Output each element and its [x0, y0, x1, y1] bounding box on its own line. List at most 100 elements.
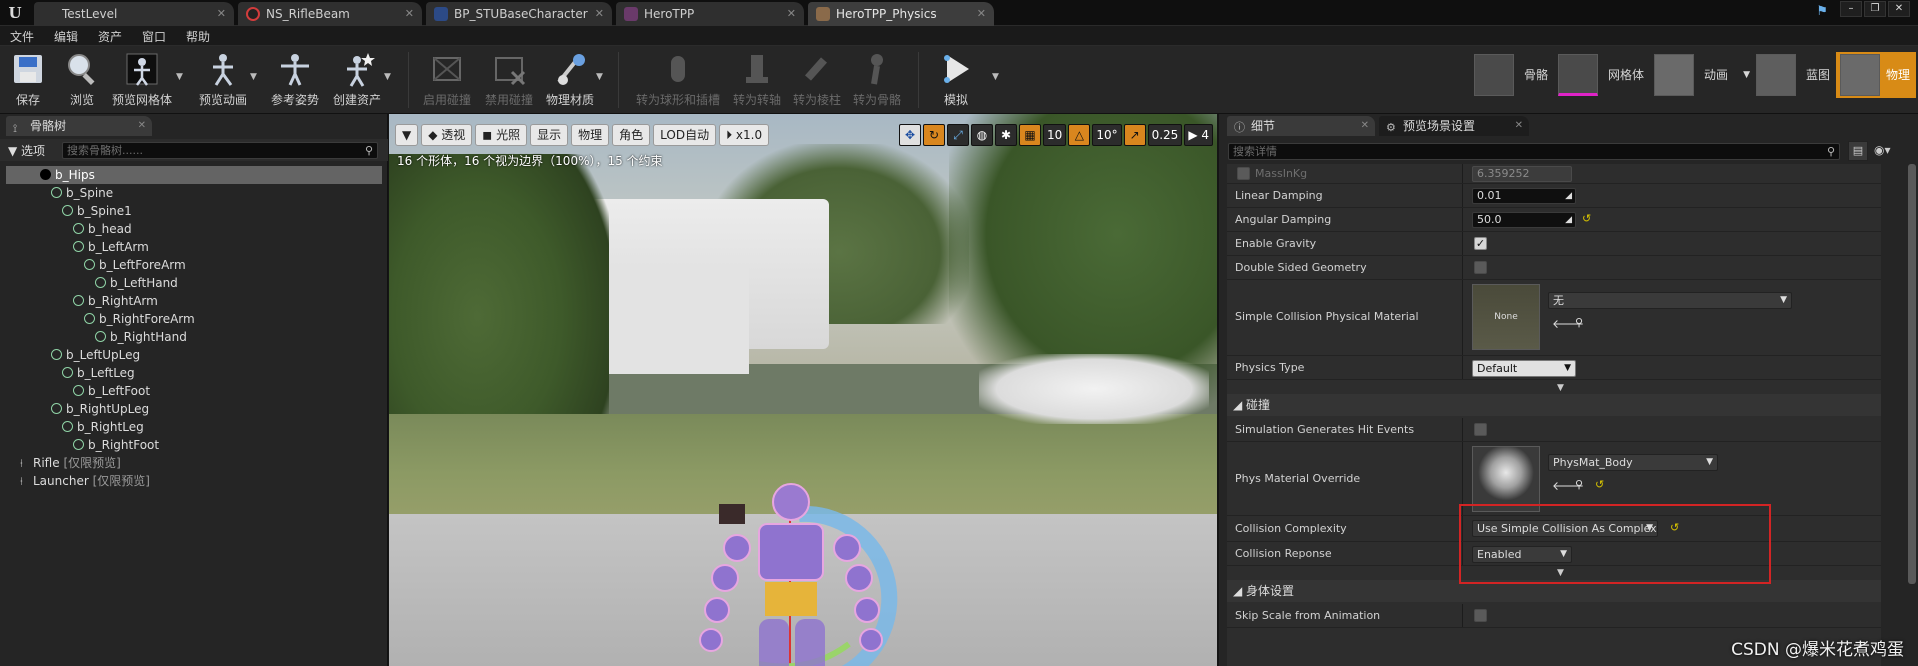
browse-magnifier-icon[interactable]: ⚲ [1575, 478, 1583, 491]
preview-animation-button[interactable]: 预览动画 [196, 50, 250, 110]
physics-type-dropdown[interactable]: Default ▼ [1472, 360, 1576, 377]
mode-blueprint[interactable]: 蓝图 [1756, 52, 1834, 98]
physics-show-button[interactable]: 物理 [571, 124, 610, 146]
physical-material-button[interactable]: 物理材质 [542, 50, 598, 110]
mode-mesh[interactable]: 网格体 [1558, 52, 1656, 98]
bone-row[interactable]: b_RightLeg [6, 418, 382, 436]
translate-tool-icon[interactable]: ✥ [899, 124, 922, 146]
spin-icon[interactable]: ◢ [1565, 189, 1572, 203]
tab-preview-scene-settings[interactable]: ⚙ 预览场景设置 ✕ [1379, 116, 1529, 136]
menu-asset[interactable]: 资产 [98, 28, 122, 45]
bone-row[interactable]: b_head [6, 220, 382, 238]
bone-row[interactable]: b_RightUpLeg [6, 400, 382, 418]
reference-pose-button[interactable]: 参考姿势 [268, 50, 322, 110]
lit-button[interactable]: ◼ 光照 [475, 124, 528, 146]
bone-row[interactable]: b_LeftLeg [6, 364, 382, 382]
surface-snap-icon[interactable]: ✱ [995, 124, 1018, 146]
chevron-down-icon[interactable]: ▼ [992, 72, 999, 82]
tab-herotpp-physics[interactable]: HeroTPP_Physics ✕ [808, 2, 994, 26]
bone-row[interactable]: b_Spine1 [6, 202, 382, 220]
bone-row[interactable]: b_LeftHand [6, 274, 382, 292]
close-icon[interactable]: ✕ [787, 2, 796, 26]
viewport-options-button[interactable]: ▼ [395, 124, 419, 146]
rotation-snap-icon[interactable]: △ [1068, 124, 1091, 146]
bone-row[interactable]: b_LeftFoot [6, 382, 382, 400]
scale-snap-value[interactable]: 0.25 [1147, 124, 1183, 146]
close-icon[interactable]: ✕ [138, 116, 146, 136]
preview-mesh-button[interactable]: 预览网格体 [110, 50, 174, 110]
convert-to-pillar-button[interactable]: 转为棱柱 [790, 50, 844, 110]
mode-skeleton[interactable]: 骨骼 [1474, 52, 1556, 98]
options-button[interactable]: ▼ 选项 [8, 142, 45, 159]
tab-bp-stubasecharacter[interactable]: BP_STUBaseCharacter ✕ [426, 2, 612, 26]
mode-physics[interactable]: 物理 [1836, 52, 1916, 98]
close-icon[interactable]: ✕ [1515, 116, 1523, 136]
enable-gravity-checkbox[interactable]: ✓ [1474, 237, 1487, 250]
save-button[interactable]: 保存 [8, 50, 48, 110]
bone-row[interactable]: b_LeftForeArm [6, 256, 382, 274]
advanced-expander-icon[interactable]: ▼ [1557, 383, 1564, 393]
chevron-down-icon[interactable]: ▼ [1743, 52, 1750, 98]
angular-damping-input[interactable]: 50.0 ◢ [1472, 212, 1576, 228]
maximize-button[interactable]: ❐ [1864, 1, 1886, 17]
phys-material-thumbnail[interactable] [1472, 446, 1540, 512]
chevron-down-icon[interactable]: ▼ [176, 72, 183, 82]
viewport[interactable]: ▼ ◆ 透视 ◼ 光照 显示 物理 角色 LOD自动 ⏵ x1.0 16 个形体… [389, 114, 1217, 666]
menu-help[interactable]: 帮助 [186, 28, 210, 45]
details-search-input[interactable]: 搜索详情 ⚲ [1228, 143, 1840, 160]
reset-to-default-icon[interactable]: ↺ [1595, 478, 1604, 491]
linear-damping-input[interactable]: 0.01 ◢ [1472, 188, 1576, 204]
unreal-logo-icon[interactable]: U [4, 3, 26, 23]
close-icon[interactable]: ✕ [405, 2, 414, 26]
create-asset-button[interactable]: 创建资产 [330, 50, 384, 110]
mass-input[interactable]: 6.359252 [1472, 166, 1572, 182]
character-button[interactable]: 角色 [612, 124, 651, 146]
convert-to-axis-button[interactable]: 转为转轴 [730, 50, 784, 110]
browse-magnifier-icon[interactable]: ⚲ [1575, 316, 1583, 329]
bone-row[interactable]: b_LeftArm [6, 238, 382, 256]
minimize-button[interactable]: – [1840, 1, 1862, 17]
socket-row[interactable]: ⍿ Rifle [仅限预览] [6, 454, 382, 472]
bone-row[interactable]: b_RightForeArm [6, 310, 382, 328]
sim-hit-checkbox[interactable] [1474, 423, 1487, 436]
simple-collision-material-dropdown[interactable]: 无 ▼ [1548, 292, 1792, 309]
playback-speed-button[interactable]: ⏵ x1.0 [719, 124, 770, 146]
menu-file[interactable]: 文件 [10, 28, 34, 45]
browse-button[interactable]: 浏览 [62, 50, 102, 110]
camera-speed-button[interactable]: ▶︎ 4 [1184, 124, 1213, 146]
show-button[interactable]: 显示 [530, 124, 569, 146]
grid-snap-icon[interactable]: ▦ [1019, 124, 1042, 146]
bone-row[interactable]: b_LeftUpLeg [6, 346, 382, 364]
perspective-button[interactable]: ◆ 透视 [421, 124, 473, 146]
close-window-button[interactable]: ✕ [1888, 1, 1910, 17]
rotate-tool-icon[interactable]: ↻ [923, 124, 946, 146]
close-icon[interactable]: ✕ [595, 2, 604, 26]
tab-ns-riflebeam[interactable]: NS_RifleBeam ✕ [238, 2, 422, 26]
skeleton-search-input[interactable]: 搜索骨骼树...... ⚲ [62, 142, 378, 159]
scale-tool-icon[interactable]: ⤢ [947, 124, 970, 146]
skip-scale-checkbox[interactable] [1474, 609, 1487, 622]
simple-collision-material-thumbnail[interactable]: None [1472, 284, 1540, 350]
section-collision[interactable]: ◢ 碰撞 [1227, 394, 1881, 416]
scale-snap-icon[interactable]: ↗ [1123, 124, 1146, 146]
disable-collision-button[interactable]: 禁用碰撞 [482, 50, 536, 110]
lod-button[interactable]: LOD自动 [653, 124, 717, 146]
simulate-button[interactable]: 模拟 [934, 50, 978, 110]
mass-override-checkbox[interactable] [1237, 167, 1250, 180]
eye-icon[interactable]: ◉▾ [1874, 143, 1891, 157]
details-scrollbar[interactable] [1908, 164, 1916, 584]
tab-details[interactable]: ⓘ 细节 ✕ [1227, 116, 1375, 136]
grid-snap-value[interactable]: 10 [1043, 124, 1067, 146]
close-icon[interactable]: ✕ [1361, 116, 1369, 136]
enable-collision-button[interactable]: 启用碰撞 [420, 50, 474, 110]
phys-material-override-dropdown[interactable]: PhysMat_Body ▼ [1548, 454, 1718, 471]
menu-edit[interactable]: 编辑 [54, 28, 78, 45]
chevron-down-icon[interactable]: ▼ [384, 72, 391, 82]
mode-animation[interactable]: 动画 ▼ [1654, 52, 1754, 98]
socket-row[interactable]: ⍿ Launcher [仅限预览] [6, 472, 382, 490]
bone-row[interactable]: b_Spine [6, 184, 382, 202]
notification-icon[interactable]: ⚑ [1816, 4, 1828, 19]
spin-icon[interactable]: ◢ [1565, 213, 1572, 227]
convert-to-sphyl-button[interactable]: 转为球形和插槽 [634, 50, 722, 110]
double-sided-checkbox[interactable] [1474, 261, 1487, 274]
